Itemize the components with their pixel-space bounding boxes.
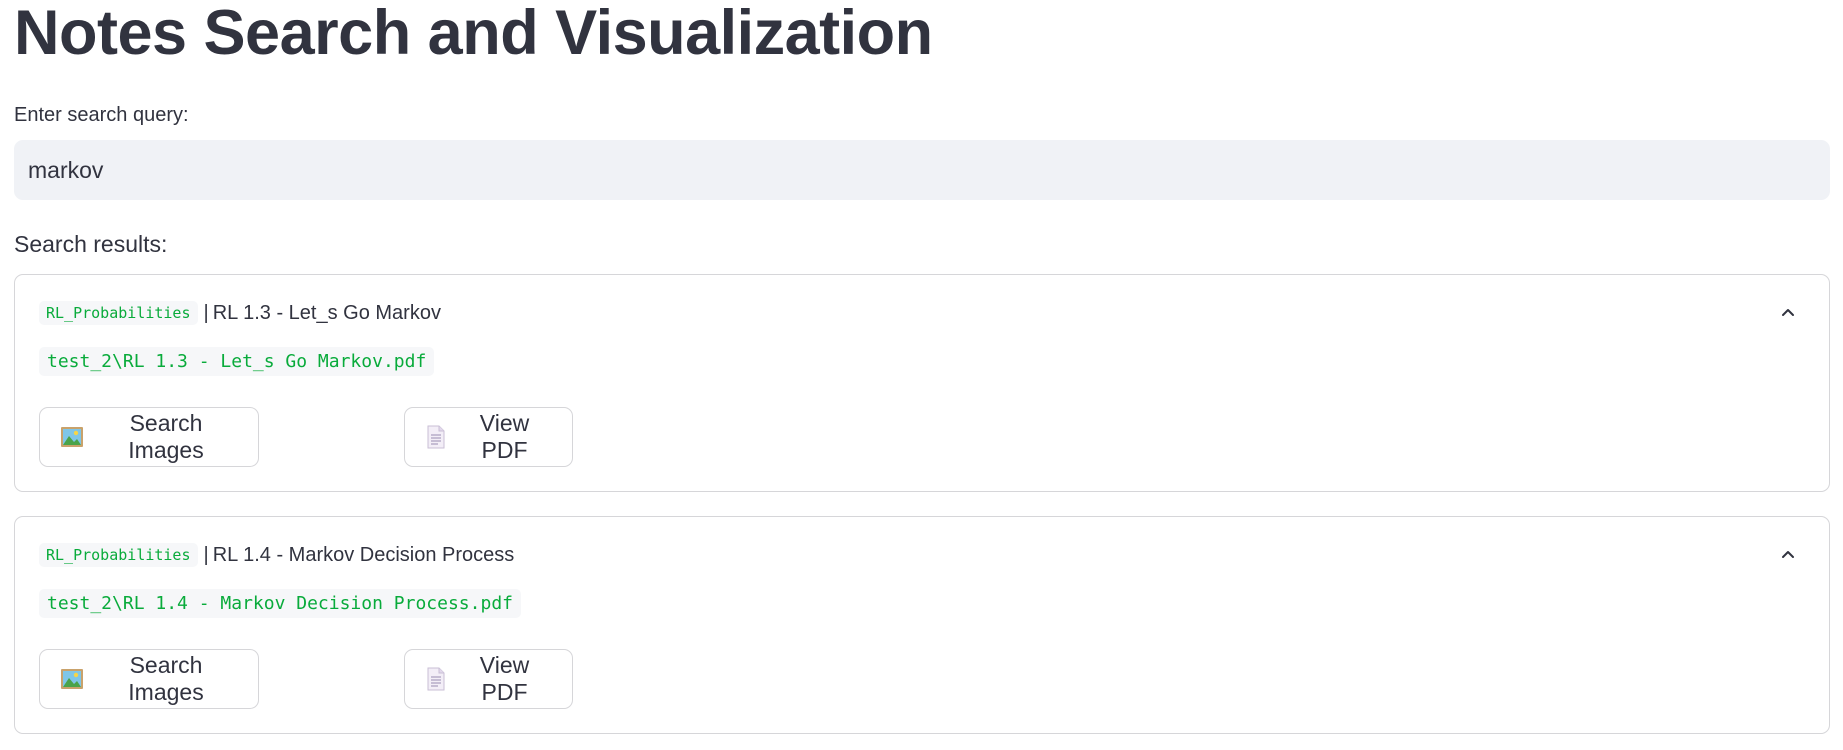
search-images-label: Search Images xyxy=(128,652,204,705)
chevron-up-icon[interactable] xyxy=(1781,305,1795,319)
page-icon xyxy=(427,425,445,449)
result-expander-header[interactable]: RL_Probabilities | RL 1.4 - Markov Decis… xyxy=(39,539,514,571)
view-pdf-label: View PDF xyxy=(479,652,530,705)
framed-picture-icon xyxy=(61,669,83,689)
search-images-label: Search Images xyxy=(128,410,204,463)
view-pdf-label: View PDF xyxy=(479,410,530,463)
result-tag: RL_Probabilities xyxy=(39,301,198,325)
result-path: test_2\RL 1.3 - Let_s Go Markov.pdf xyxy=(39,347,435,376)
result-title: RL 1.4 - Markov Decision Process xyxy=(212,543,515,566)
view-pdf-button[interactable]: View PDF xyxy=(404,649,573,709)
result-title: RL 1.3 - Let_s Go Markov xyxy=(212,301,441,324)
search-query-label: Enter search query: xyxy=(14,104,189,126)
page-title: Notes Search and Visualization xyxy=(14,0,933,68)
chevron-up-icon[interactable] xyxy=(1781,547,1795,561)
result-path: test_2\RL 1.4 - Markov Decision Process.… xyxy=(39,589,521,618)
search-images-button[interactable]: Search Images xyxy=(39,649,259,709)
result-expander-header[interactable]: RL_Probabilities | RL 1.3 - Let_s Go Mar… xyxy=(39,297,441,329)
search-input[interactable] xyxy=(14,140,1830,200)
result-tag: RL_Probabilities xyxy=(39,543,198,567)
app-main: Notes Search and Visualization Enter sea… xyxy=(14,0,1830,734)
result-separator: | xyxy=(203,543,209,566)
search-results-label: Search results: xyxy=(14,231,168,257)
view-pdf-button[interactable]: View PDF xyxy=(404,407,573,467)
result-expander: RL_Probabilities | RL 1.3 - Let_s Go Mar… xyxy=(14,274,1830,492)
search-images-button[interactable]: Search Images xyxy=(39,407,259,467)
result-separator: | xyxy=(203,301,209,324)
result-expander: RL_Probabilities | RL 1.4 - Markov Decis… xyxy=(14,516,1830,734)
framed-picture-icon xyxy=(61,427,83,447)
page-icon xyxy=(427,667,445,691)
result-path-row: test_2\RL 1.4 - Markov Decision Process.… xyxy=(39,589,521,618)
result-path-row: test_2\RL 1.3 - Let_s Go Markov.pdf xyxy=(39,347,435,376)
